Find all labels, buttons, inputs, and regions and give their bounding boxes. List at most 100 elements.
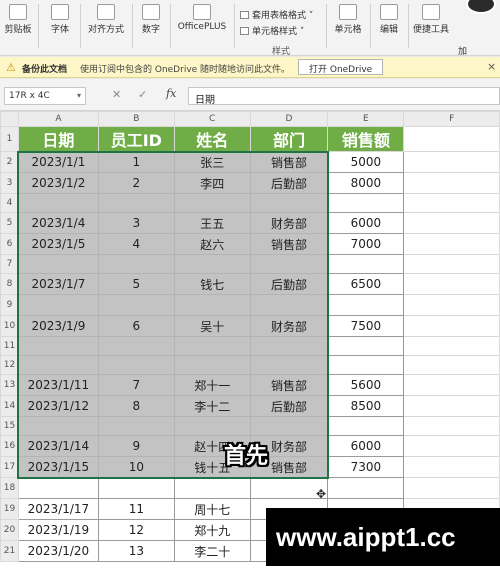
cell[interactable] — [403, 233, 500, 255]
cell[interactable] — [327, 416, 405, 436]
cell[interactable]: 2023/1/12 — [17, 395, 99, 417]
cell[interactable] — [403, 416, 500, 436]
cell[interactable]: 1 — [97, 151, 175, 173]
cell[interactable]: 13 — [97, 540, 175, 562]
cell[interactable]: 7000 — [327, 233, 405, 255]
cell[interactable] — [403, 336, 500, 356]
cell[interactable] — [97, 193, 175, 213]
cell[interactable] — [249, 294, 329, 316]
cell[interactable] — [249, 355, 329, 375]
format-as-table-button[interactable]: 套用表格格式 ˅ — [240, 8, 313, 21]
cell[interactable]: 8000 — [327, 172, 405, 194]
cell[interactable] — [17, 193, 99, 213]
cell[interactable]: 李二十 — [173, 540, 251, 562]
cell[interactable] — [17, 416, 99, 436]
font-group[interactable]: 字体 — [46, 4, 74, 50]
column-header-e[interactable]: E — [327, 111, 405, 127]
cell[interactable]: 王五 — [173, 212, 251, 234]
cell[interactable]: 5000 — [327, 151, 405, 173]
row-header[interactable]: 15 — [0, 416, 19, 436]
cell[interactable] — [403, 172, 500, 194]
close-icon[interactable]: × — [487, 60, 496, 73]
cell[interactable] — [97, 355, 175, 375]
number-group[interactable]: 数字 — [136, 4, 166, 50]
column-header-f[interactable]: F — [403, 111, 500, 127]
row-header[interactable]: 17 — [0, 456, 19, 478]
cell[interactable] — [403, 456, 500, 478]
cell[interactable] — [17, 294, 99, 316]
cell[interactable]: 8 — [97, 395, 175, 417]
cell[interactable] — [249, 254, 329, 274]
cell[interactable] — [403, 151, 500, 173]
cell[interactable] — [403, 273, 500, 295]
header-cell[interactable]: 员工ID — [97, 126, 175, 152]
cell-styles-button[interactable]: 单元格样式 ˅ — [240, 24, 304, 37]
cell[interactable]: 后勤部 — [249, 172, 329, 194]
cell[interactable] — [403, 294, 500, 316]
cell[interactable]: 2023/1/5 — [17, 233, 99, 255]
cell[interactable]: 后勤部 — [249, 395, 329, 417]
row-header[interactable]: 20 — [0, 519, 19, 541]
cell[interactable]: 销售部 — [249, 151, 329, 173]
cell[interactable] — [97, 254, 175, 274]
cell[interactable]: 周十七 — [173, 498, 251, 520]
insert-function-button[interactable]: fx — [166, 87, 176, 100]
row-header[interactable]: 8 — [0, 273, 19, 295]
cell[interactable]: 李十二 — [173, 395, 251, 417]
cell[interactable]: 11 — [97, 498, 175, 520]
column-header-b[interactable]: B — [97, 111, 175, 127]
cell[interactable]: 2023/1/15 — [17, 456, 99, 478]
cell[interactable] — [173, 477, 251, 499]
cells-group[interactable]: 单元格 — [330, 4, 366, 50]
cell[interactable] — [327, 355, 405, 375]
chevron-down-icon[interactable]: ▾ — [77, 91, 81, 100]
cell[interactable] — [403, 193, 500, 213]
cell[interactable]: 6500 — [327, 273, 405, 295]
row-header[interactable]: 4 — [0, 193, 19, 213]
cell[interactable] — [327, 254, 405, 274]
open-onedrive-button[interactable]: 打开 OneDrive — [298, 59, 384, 75]
cell[interactable]: 9 — [97, 435, 175, 457]
cell[interactable]: 5 — [97, 273, 175, 295]
cell[interactable] — [173, 336, 251, 356]
cell[interactable] — [173, 416, 251, 436]
row-header[interactable]: 13 — [0, 374, 19, 396]
row-header[interactable]: 2 — [0, 151, 19, 173]
cell[interactable]: 2 — [97, 172, 175, 194]
header-cell[interactable]: 部门 — [249, 126, 329, 152]
officeplus-group[interactable]: OfficePLUS — [174, 4, 230, 50]
cell[interactable]: 赵六 — [173, 233, 251, 255]
row-header[interactable]: 11 — [0, 336, 19, 356]
cell[interactable]: 后勤部 — [249, 273, 329, 295]
cell[interactable]: 李四 — [173, 172, 251, 194]
cell[interactable]: 财务部 — [249, 315, 329, 337]
cell[interactable] — [249, 336, 329, 356]
cell[interactable] — [97, 416, 175, 436]
cell[interactable]: 2023/1/20 — [17, 540, 99, 562]
header-cell[interactable]: 姓名 — [173, 126, 251, 152]
cell[interactable]: 吴十 — [173, 315, 251, 337]
cell[interactable]: 2023/1/17 — [17, 498, 99, 520]
cell[interactable]: 2023/1/4 — [17, 212, 99, 234]
alignment-group[interactable]: 对齐方式 — [84, 4, 128, 50]
cell[interactable] — [327, 294, 405, 316]
cell[interactable]: 财务部 — [249, 212, 329, 234]
row-header[interactable]: 19 — [0, 498, 19, 520]
column-header-c[interactable]: C — [173, 111, 251, 127]
cell[interactable] — [173, 193, 251, 213]
cell-grid[interactable]: A B C D E F 1 日期 员工ID 姓名 部门 销售额 2 2023/1/1 1 张三 销售… — [0, 111, 500, 562]
cell[interactable]: 8500 — [327, 395, 405, 417]
cell[interactable]: 7500 — [327, 315, 405, 337]
cell[interactable] — [403, 355, 500, 375]
cell[interactable]: 钱七 — [173, 273, 251, 295]
cell[interactable] — [327, 336, 405, 356]
row-header[interactable]: 1 — [0, 126, 19, 152]
cell[interactable]: 2023/1/19 — [17, 519, 99, 541]
row-header[interactable]: 3 — [0, 172, 19, 194]
cell[interactable]: 2023/1/2 — [17, 172, 99, 194]
row-header[interactable]: 6 — [0, 233, 19, 255]
cell[interactable]: 郑十九 — [173, 519, 251, 541]
row-header[interactable]: 18 — [0, 477, 19, 499]
cell[interactable] — [403, 254, 500, 274]
cell[interactable] — [17, 254, 99, 274]
